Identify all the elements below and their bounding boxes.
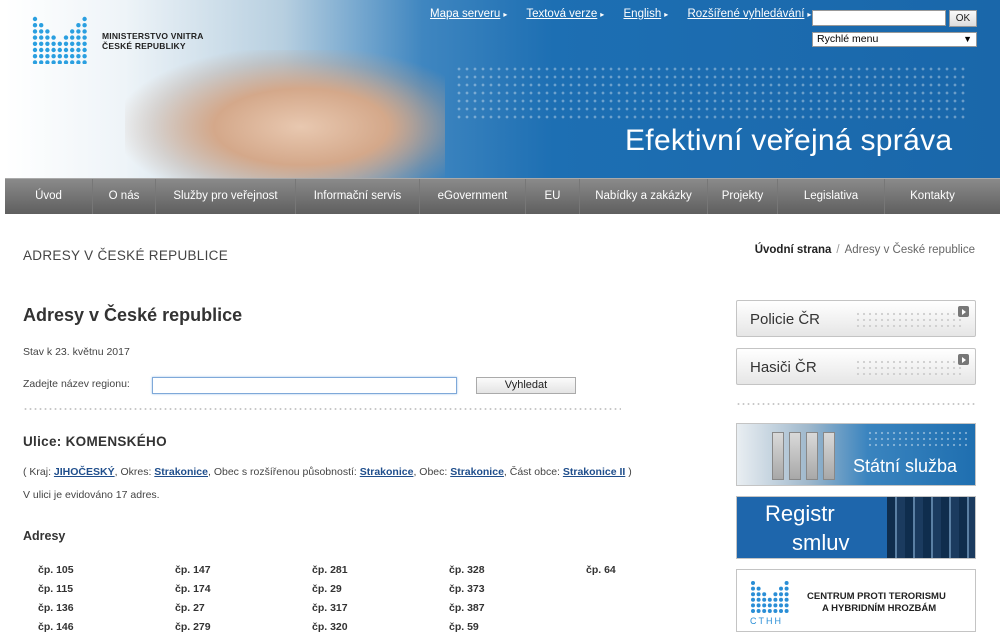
address-item[interactable]: čp. 320 — [312, 621, 348, 633]
top-links: Mapa serveru ▸ Textová verze ▸ English ▸ Ro… — [430, 8, 827, 20]
banner-label-line1: CENTRUM PROTI TERORISMU — [807, 591, 946, 602]
address-item[interactable]: čp. 115 — [38, 583, 73, 595]
sidebar-link-label: Hasiči ČR — [750, 359, 817, 376]
header-slogan: Efektivní veřejná správa — [625, 124, 953, 157]
address-item[interactable]: čp. 328 — [449, 564, 485, 576]
address-item[interactable]: čp. 146 — [38, 621, 74, 633]
main-navigation: Úvod O nás Služby pro veřejnost Informač… — [5, 178, 1000, 214]
top-link-english[interactable]: English ▸ — [624, 8, 669, 20]
header-dot-pattern — [455, 65, 965, 120]
banner-label-line2: A HYBRIDNÍM HROZBÁM — [822, 603, 937, 614]
nav-item-o-nas[interactable]: O nás — [93, 179, 156, 214]
address-item[interactable]: čp. 29 — [312, 583, 342, 595]
street-name: KOMENSKÉHO — [65, 434, 167, 449]
top-link-sitemap[interactable]: Mapa serveru ▸ — [430, 8, 507, 20]
site-search-button[interactable]: OK — [949, 10, 977, 27]
nav-item-uvod[interactable]: Úvod — [5, 179, 93, 214]
address-count: V ulici je evidováno 17 adres. — [23, 489, 160, 501]
link-cast-obce[interactable]: Strakonice II — [563, 466, 625, 478]
address-item[interactable]: čp. 136 — [38, 602, 74, 614]
page-title: Adresy v České republice — [23, 305, 243, 325]
street-label: Ulice: — [23, 434, 62, 449]
play-arrow-icon — [958, 354, 969, 365]
banner-label-line2: smluv — [792, 530, 850, 555]
section-title: ADRESY V ČESKÉ REPUBLICE — [23, 248, 229, 263]
address-item[interactable]: čp. 281 — [312, 564, 348, 576]
divider — [23, 408, 621, 410]
arrow-right-icon: ▸ — [600, 10, 605, 19]
dot-pattern — [867, 430, 967, 450]
banner-cthh[interactable]: CTHH CENTRUM PROTI TERORISMU A HYBRIDNÍM… — [736, 569, 976, 632]
address-item[interactable]: čp. 279 — [175, 621, 211, 633]
play-arrow-icon — [958, 306, 969, 317]
link-orp[interactable]: Strakonice — [360, 466, 414, 478]
breadcrumb-current: Adresy v České republice — [844, 244, 975, 256]
cthh-abbreviation: CTHH — [750, 616, 783, 626]
sidebar-link-hasici[interactable]: Hasiči ČR — [736, 348, 976, 385]
data-date: Stav k 23. květnu 2017 — [23, 346, 130, 358]
ministry-logo[interactable]: MINISTERSTVO VNITRA ČESKÉ REPUBLIKY — [32, 16, 232, 66]
link-okres[interactable]: Strakonice — [154, 466, 208, 478]
address-item[interactable]: čp. 387 — [449, 602, 485, 614]
quick-menu-select[interactable]: Rychlé menu ▼ — [812, 32, 977, 47]
sidebar-link-policie[interactable]: Policie ČR — [736, 300, 976, 337]
page-header: MINISTERSTVO VNITRA ČESKÉ REPUBLIKY Efek… — [5, 0, 1000, 178]
link-kraj[interactable]: JIHOČESKÝ — [54, 466, 115, 478]
nav-item-informacni-servis[interactable]: Informační servis — [296, 179, 420, 214]
top-link-text-version[interactable]: Textová verze ▸ — [526, 8, 604, 20]
region-label: Zadejte název regionu: — [23, 378, 130, 390]
address-item[interactable]: čp. 105 — [38, 564, 74, 576]
banner-label-line1: Registr — [765, 501, 835, 526]
banner-statni-sluzba[interactable]: Státní služba — [736, 423, 976, 486]
region-search-input[interactable] — [152, 377, 457, 394]
quick-menu-value: Rychlé menu — [817, 33, 879, 45]
dot-pattern — [855, 311, 963, 329]
link-obec[interactable]: Strakonice — [450, 466, 504, 478]
chevron-down-icon: ▼ — [963, 34, 972, 44]
logo-dots-icon — [32, 16, 87, 64]
arrow-right-icon: ▸ — [664, 10, 669, 19]
street-heading: Ulice: KOMENSKÉHO — [23, 434, 167, 449]
sidebar-divider — [736, 403, 976, 405]
top-link-advanced-search[interactable]: Rozšířené vyhledávání ▸ — [687, 8, 811, 20]
logo-text-line1: MINISTERSTVO VNITRA — [102, 31, 204, 41]
header-photo-hands — [125, 50, 445, 178]
breadcrumb-separator: / — [836, 244, 840, 256]
nav-item-projekty[interactable]: Projekty — [708, 179, 778, 214]
address-item[interactable]: čp. 373 — [449, 583, 485, 595]
address-item[interactable]: čp. 147 — [175, 564, 211, 576]
nav-item-sluzby[interactable]: Služby pro veřejnost — [156, 179, 296, 214]
nav-item-eu[interactable]: EU — [526, 179, 580, 214]
nav-item-nabidky[interactable]: Nabídky a zakázky — [580, 179, 708, 214]
site-search-input[interactable] — [812, 10, 946, 26]
server-rack-image — [887, 497, 975, 558]
breadcrumb-home-link[interactable]: Úvodní strana — [755, 244, 832, 256]
region-search-button[interactable]: Vyhledat — [476, 377, 576, 394]
nav-item-kontakty[interactable]: Kontakty — [885, 179, 980, 214]
banner-label: Státní služba — [852, 456, 957, 476]
address-item[interactable]: čp. 317 — [312, 602, 348, 614]
address-item[interactable]: čp. 64 — [586, 564, 616, 576]
dot-pattern — [855, 359, 963, 377]
breadcrumb: Úvodní strana / Adresy v České republice — [755, 244, 975, 256]
cthh-logo-icon — [751, 581, 789, 613]
address-item[interactable]: čp. 59 — [449, 621, 479, 633]
arrow-right-icon: ▸ — [807, 10, 812, 19]
address-item[interactable]: čp. 27 — [175, 602, 205, 614]
nav-item-legislativa[interactable]: Legislativa — [778, 179, 885, 214]
address-item[interactable]: čp. 174 — [175, 583, 211, 595]
addresses-heading: Adresy — [23, 529, 66, 543]
logo-text-line2: ČESKÉ REPUBLIKY — [102, 41, 186, 51]
arrow-right-icon: ▸ — [503, 10, 508, 19]
address-hierarchy: ( Kraj: JIHOČESKÝ, Okres: Strakonice, Ob… — [23, 466, 632, 478]
banner-registr-smluv[interactable]: Registr smluv — [736, 496, 976, 559]
nav-item-egovernment[interactable]: eGovernment — [420, 179, 526, 214]
sidebar-link-label: Policie ČR — [750, 311, 821, 328]
